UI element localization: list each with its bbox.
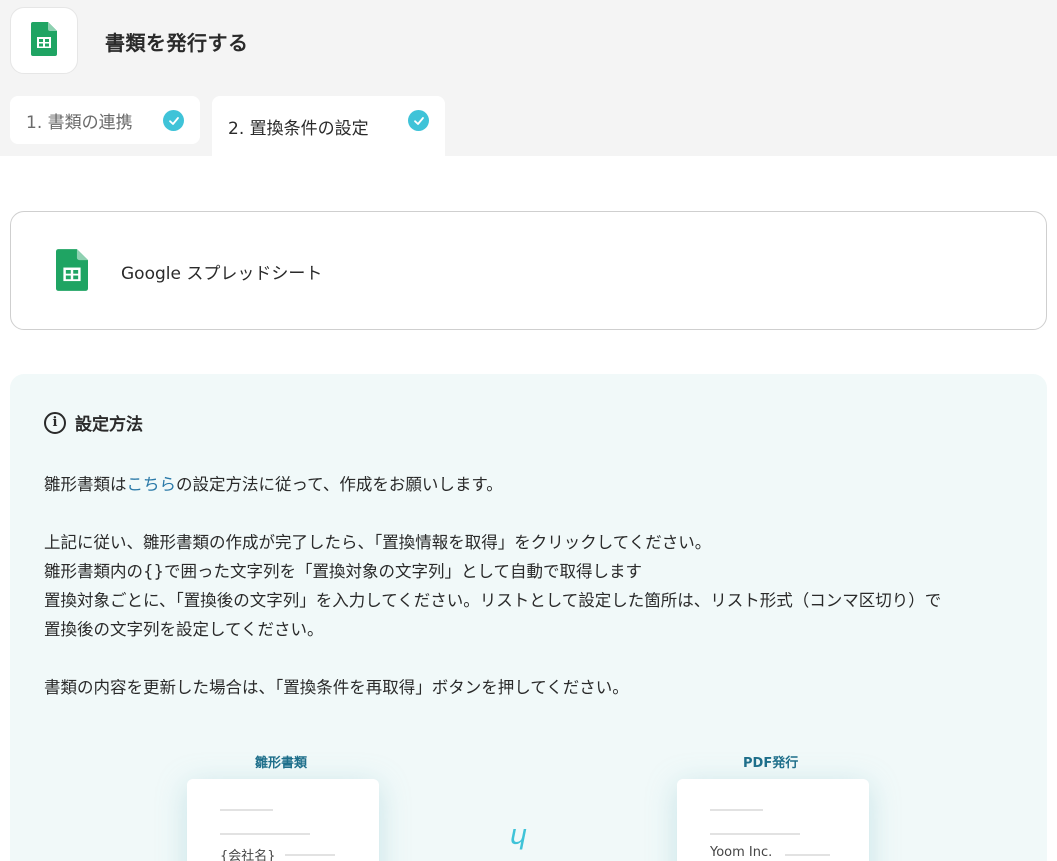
- info-line-5: 置換後の文字列を設定してください。: [44, 620, 324, 639]
- info-line-1: 雛形書類はこちらの設定方法に従って、作成をお願いします。: [44, 470, 503, 499]
- tab-replace-settings[interactable]: 2. 置換条件の設定: [212, 96, 445, 156]
- page-title: 書類を発行する: [105, 31, 249, 55]
- info-line-4: 置換対象ごとに、「置換後の文字列」を入力してください。リストとして設定した箇所は…: [44, 591, 942, 610]
- info-line-3: 雛形書類内の{}で囲った文字列を「置換対象の文字列」として自動で取得します: [44, 562, 643, 581]
- google-sheets-icon: [31, 21, 57, 60]
- template-doc-label: 雛形書類: [255, 756, 308, 771]
- tab-document-link[interactable]: 1. 書類の連携: [10, 96, 200, 144]
- info-title: i 設定方法: [44, 410, 143, 435]
- info-title-text: 設定方法: [75, 415, 143, 435]
- info-text: 雛形書類は: [44, 475, 127, 494]
- tab-label: 2. 置換条件の設定: [228, 118, 369, 139]
- template-doc-text: {会社名}: [220, 849, 276, 861]
- app-card: Google スプレッドシート: [10, 211, 1047, 330]
- pdf-doc-text: Yoom Inc.: [710, 845, 773, 860]
- info-line-6: 書類の内容を更新した場合は、「置換条件を再取得」ボタンを押してください。: [44, 678, 629, 697]
- pdf-issue-label: PDF発行: [743, 756, 799, 771]
- pdf-doc-card: Yoom Inc.: [677, 779, 869, 861]
- info-icon: i: [44, 411, 66, 434]
- info-line-2: 上記に従い、雛形書類の作成が完了したら、「置換情報を取得」をクリックしてください…: [44, 533, 712, 552]
- info-text: の設定方法に従って、作成をお願いします。: [176, 475, 503, 494]
- app-name: Google スプレッドシート: [121, 264, 323, 284]
- check-icon: [408, 110, 429, 131]
- app-icon-box: [10, 7, 78, 74]
- template-doc-card: {会社名}: [187, 779, 379, 861]
- check-icon: [163, 110, 184, 131]
- settings-info-panel: i 設定方法 雛形書類はこちらの設定方法に従って、作成をお願いします。 上記に従…: [10, 374, 1047, 861]
- google-sheets-icon: [56, 249, 88, 295]
- transform-arrow-icon: ɥ: [509, 818, 527, 851]
- here-link[interactable]: こちら: [127, 475, 177, 494]
- tab-label: 1. 書類の連携: [26, 112, 133, 133]
